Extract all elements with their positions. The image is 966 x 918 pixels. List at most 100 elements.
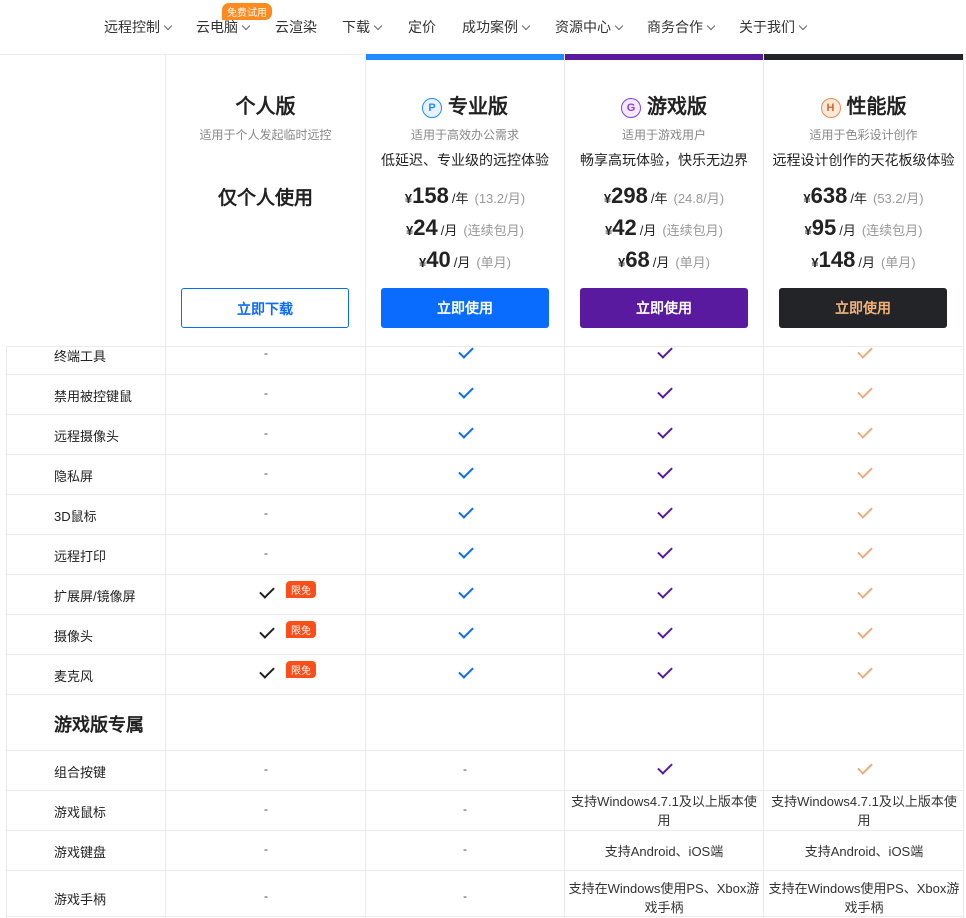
feature-label: 3D鼠标 [54,509,97,524]
row-divider [6,494,964,495]
check-icon [657,383,673,399]
price-unit: /月 [440,223,458,238]
dash-mark: - [463,889,467,903]
row-divider [6,614,964,615]
plan-title-personal: 个人版 [235,96,296,118]
perf-badge-icon: H [820,98,841,118]
currency: ¥ [811,255,819,270]
plan-subtitle: 适用于个人发起临时远控 [199,128,332,142]
row-divider [6,374,964,375]
limited-free-badge: 限免 [286,581,316,598]
feature-label: 扩展屏/镜像屏 [54,589,136,604]
dash-mark: - [463,842,467,856]
pro-top-bar [366,54,564,60]
perf-use-button[interactable]: 立即使用 [779,288,947,328]
check-icon [259,663,275,679]
check-icon [857,503,873,519]
price-unit: /月 [652,255,670,270]
check-icon [857,423,873,439]
price-unit: /年 [650,191,668,206]
check-icon [458,663,474,679]
price-note: (连续包月) [463,223,524,238]
nav-remote-control[interactable]: 远程控制 [104,17,173,37]
pro-badge-icon: P [422,98,442,118]
dash-mark: - [264,762,268,776]
row-divider [6,694,964,695]
nav-business[interactable]: 商务合作 [647,17,716,37]
check-icon [657,503,673,519]
price-monthly-single: ¥68/月 (单月) [565,247,763,273]
check-icon [458,543,474,559]
feature-label: 终端工具 [54,349,107,364]
row-divider [6,790,964,791]
price-unit: /年 [451,191,469,206]
chevron-down-icon [706,21,716,31]
nav-label: 商务合作 [647,19,703,35]
row-divider [6,346,964,347]
check-icon [458,503,474,519]
plan-tagline: 畅享高玩体验，快乐无边界 [580,152,748,168]
nav-cases[interactable]: 成功案例 [462,17,531,37]
limited-free-badge: 限免 [286,621,316,638]
price-monthly-single: ¥40/月 (单月) [366,247,564,273]
price-amount: 95 [811,215,837,240]
feature-label: 游戏手柄 [54,892,107,907]
row-divider [6,750,964,751]
feature-label: 摄像头 [54,629,94,644]
price-unit: /月 [839,223,856,238]
price-yearly: ¥298/年 (24.8/月) [565,183,763,209]
dash-mark: - [264,546,268,560]
column-divider [963,54,964,918]
price-monthly-auto: ¥42/月 (连续包月) [565,215,763,241]
feature-label: 游戏鼠标 [54,805,107,820]
check-icon [657,423,673,439]
feature-label: 隐私屏 [54,469,94,484]
price-yearly: ¥158/年 (13.2/月) [366,183,564,209]
check-icon [458,583,474,599]
feature-label: 禁用被控键鼠 [54,389,133,404]
nav-label: 资源中心 [555,19,611,35]
nav-download[interactable]: 下载 [342,17,383,37]
dash-mark: - [264,802,268,816]
game-use-button[interactable]: 立即使用 [580,288,748,328]
nav-resources[interactable]: 资源中心 [555,17,624,37]
check-icon [857,463,873,479]
nav-label: 下载 [342,19,370,35]
download-button[interactable]: 立即下载 [181,288,349,328]
check-icon [857,663,873,679]
nav-cloud-pc[interactable]: 云电脑 [196,17,251,37]
price-yearly: ¥638/年 (53.2/月) [764,183,963,209]
chevron-down-icon [241,21,251,31]
price-note: (单月) [476,255,511,270]
chevron-down-icon [798,21,808,31]
check-icon [458,623,474,639]
feature-label: 麦克风 [54,669,94,684]
top-nav: 远程控制 云电脑 免费试用 云渲染 下载 定价 成功案例 资源中心 商务合作 关… [0,0,966,55]
chevron-down-icon [521,21,531,31]
plan-tagline: 低延迟、专业级的远控体验 [381,152,549,168]
plan-name-text: 游戏版 [647,96,707,118]
feature-value-text: 支持在Windows使用PS、Xbox游戏手柄 [768,881,960,915]
nav-about[interactable]: 关于我们 [739,17,808,37]
price-monthly-single: ¥148/月 (单月) [764,247,963,273]
price-monthly-auto: ¥95/月 (连续包月) [764,215,963,241]
plan-title-perf: H 性能版 [764,90,963,120]
pro-use-button[interactable]: 立即使用 [381,288,549,328]
plan-tagline: 远程设计创作的天花板级体验 [772,152,955,168]
feature-value-text: 支持Android、iOS端 [604,844,724,859]
feature-label: 远程打印 [54,549,107,564]
price-amount: 24 [413,215,438,240]
game-badge-icon: G [621,98,641,118]
nav-cloud-render[interactable]: 云渲染 [275,17,317,37]
price-note: (24.8/月) [673,191,725,206]
check-icon [657,543,673,559]
dash-mark: - [264,889,268,903]
plan-subtitle: 适用于游戏用户 [621,128,706,142]
check-icon [857,383,873,399]
dash-mark: - [264,346,268,360]
price-note: (53.2/月) [873,191,924,206]
plan-subtitle: 适用于色彩设计创作 [809,128,918,142]
nav-label: 定价 [408,19,436,35]
nav-pricing[interactable]: 定价 [408,17,436,37]
row-divider [6,534,964,535]
